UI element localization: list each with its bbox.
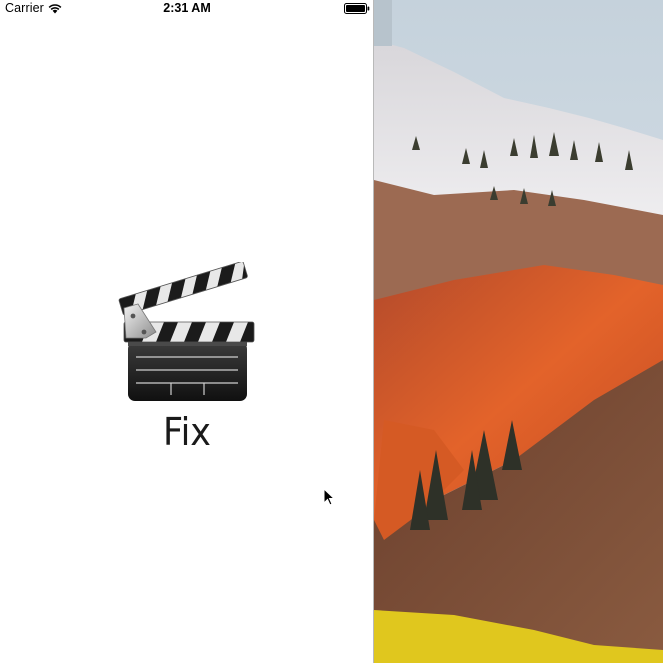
wallpaper-image [374, 0, 663, 663]
clapperboard-icon [118, 262, 255, 401]
simulator-screen: Carrier 2:31 AM Fix [0, 0, 374, 663]
battery-icon [344, 3, 370, 14]
pointer-cursor-icon [323, 488, 335, 506]
mountain-wallpaper [374, 0, 663, 663]
app-title: Fix [163, 410, 211, 454]
clock: 2:31 AM [163, 1, 211, 15]
status-bar: Carrier 2:31 AM [0, 0, 374, 18]
